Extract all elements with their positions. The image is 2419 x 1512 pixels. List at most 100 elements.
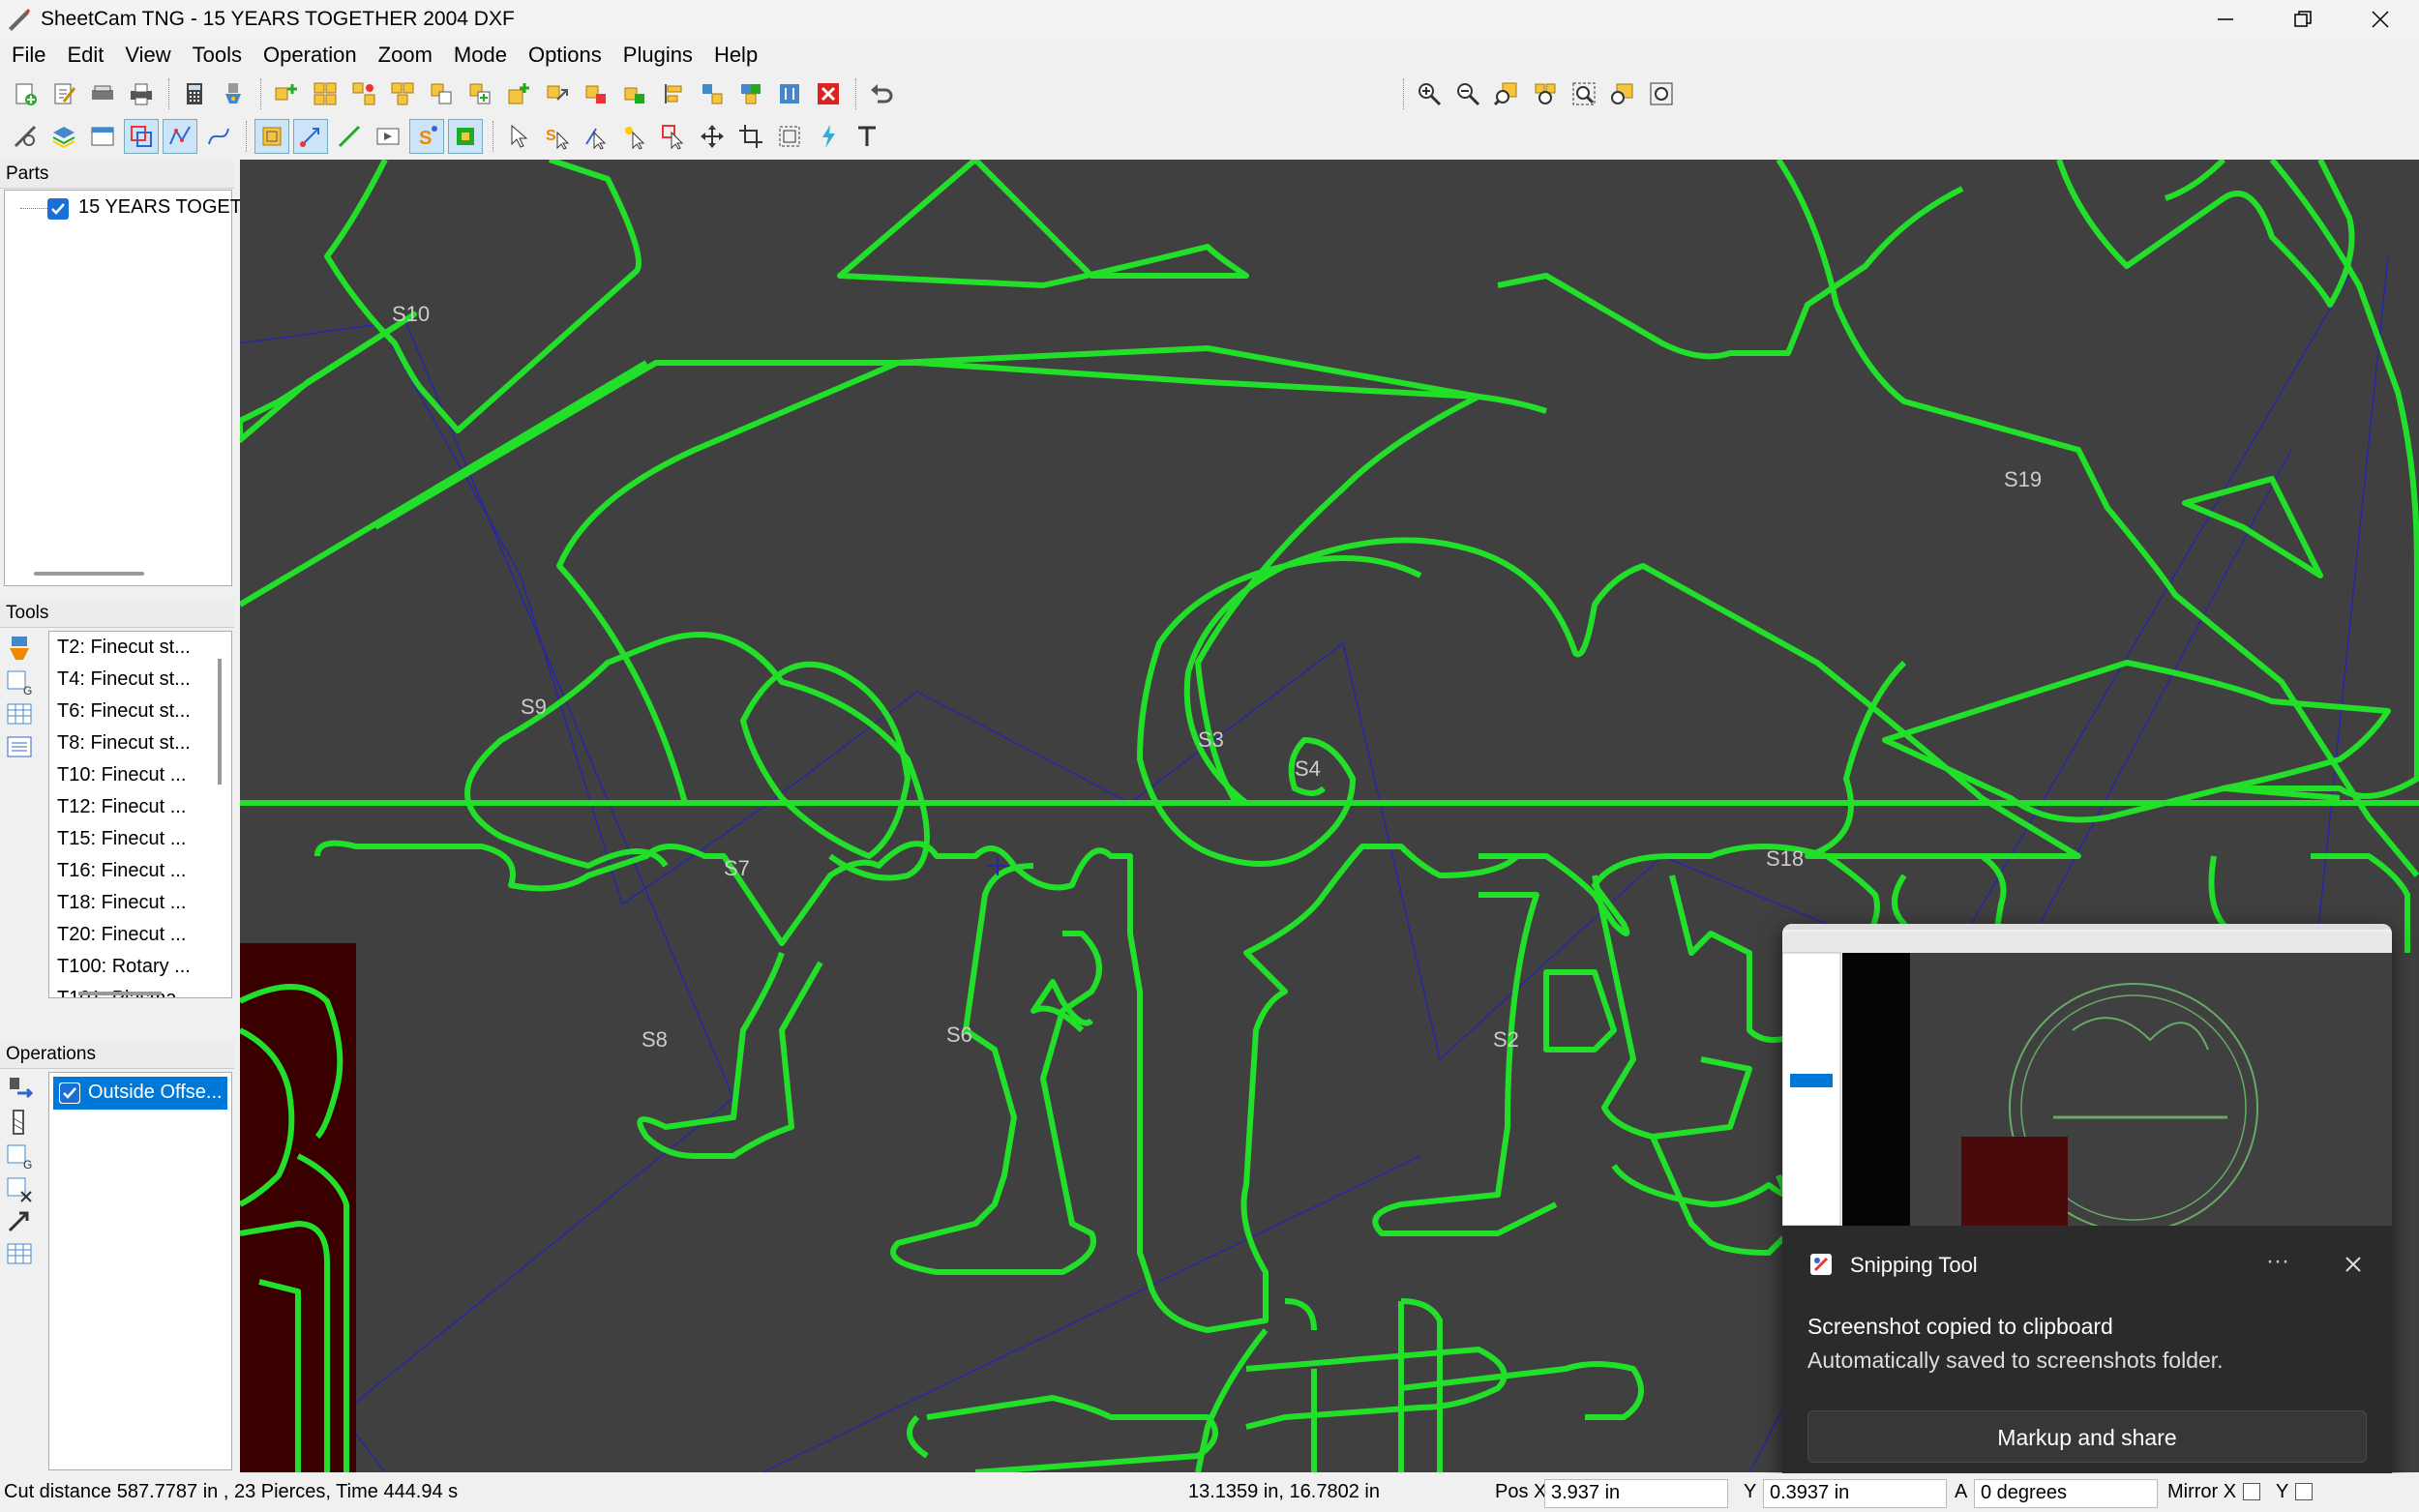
part-plus-button[interactable] — [501, 76, 536, 111]
tool-item[interactable]: T101: Plasma... — [49, 983, 231, 997]
text-tool-button[interactable] — [850, 119, 884, 154]
menu-mode[interactable]: Mode — [444, 43, 517, 68]
menu-zoom[interactable]: Zoom — [369, 43, 442, 68]
screenshot-thumbnail[interactable] — [1782, 924, 2392, 1232]
nest-button[interactable] — [346, 76, 381, 111]
tool-item[interactable]: T20: Finecut ... — [49, 919, 231, 951]
zoom-settings-button[interactable] — [1644, 76, 1679, 111]
zoom-in-button[interactable] — [1412, 76, 1447, 111]
show-lead-button[interactable] — [293, 119, 328, 154]
new-job-button[interactable] — [8, 76, 43, 111]
tool-item[interactable]: T4: Finecut st... — [49, 664, 231, 696]
tool-table-icon[interactable] — [4, 700, 35, 729]
menu-view[interactable]: View — [115, 43, 180, 68]
part-move-button[interactable] — [540, 76, 575, 111]
mode-path-button[interactable] — [163, 119, 197, 154]
open-button[interactable] — [46, 76, 81, 111]
machine-options-button[interactable] — [8, 119, 43, 154]
select-part-button[interactable] — [656, 119, 691, 154]
angle-field[interactable]: 0 degrees — [1974, 1479, 2158, 1508]
scale-tool-button[interactable] — [772, 119, 807, 154]
tool-item[interactable]: T16: Finecut ... — [49, 855, 231, 887]
tool-item[interactable]: T8: Finecut st... — [49, 727, 231, 759]
part-add-button[interactable] — [463, 76, 497, 111]
select-path-button[interactable] — [579, 119, 613, 154]
start-points-button[interactable]: S — [409, 119, 444, 154]
part-tabs-button[interactable] — [772, 76, 807, 111]
menu-file[interactable]: File — [2, 43, 55, 68]
part-copy-button[interactable] — [424, 76, 459, 111]
menu-plugins[interactable]: Plugins — [613, 43, 702, 68]
menu-edit[interactable]: Edit — [57, 43, 113, 68]
part-rotate-button[interactable] — [579, 76, 613, 111]
operations-table-icon[interactable] — [4, 1240, 35, 1269]
select-tool-button[interactable] — [501, 119, 536, 154]
add-operation-icon[interactable] — [4, 1076, 35, 1105]
tool-item[interactable]: T6: Finecut st... — [49, 696, 231, 727]
mode-contour-button[interactable] — [124, 119, 159, 154]
run-simulation-button[interactable] — [371, 119, 405, 154]
tools-scrollbar[interactable] — [218, 659, 222, 785]
add-parts-button[interactable] — [269, 76, 304, 111]
zoom-part-button[interactable] — [1489, 76, 1524, 111]
y-field[interactable]: 0.3937 in — [1763, 1479, 1947, 1508]
operation-item-selected[interactable]: Outside Offse... — [53, 1077, 227, 1110]
gcode-operation-icon[interactable]: G — [4, 1141, 35, 1171]
part-align-button[interactable] — [656, 76, 691, 111]
menu-options[interactable]: Options — [519, 43, 612, 68]
restore-button[interactable] — [2264, 0, 2342, 39]
drill-operation-icon[interactable] — [4, 1109, 35, 1138]
remove-operation-icon[interactable] — [4, 1174, 35, 1203]
part-flip-button[interactable] — [617, 76, 652, 111]
crop-tool-button[interactable] — [733, 119, 768, 154]
show-offset-button[interactable] — [254, 119, 289, 154]
tools-h-scrollbar[interactable] — [78, 992, 162, 995]
operation-path-icon[interactable] — [4, 1207, 35, 1236]
markup-and-share-button[interactable]: Markup and share — [1807, 1410, 2367, 1463]
mirror-x-checkbox[interactable] — [2243, 1483, 2260, 1500]
print-button[interactable] — [124, 76, 159, 111]
parts-grid-button[interactable] — [308, 76, 343, 111]
new-tool-icon[interactable] — [4, 635, 35, 664]
zoom-parts-button[interactable] — [1528, 76, 1563, 111]
mode-curve-button[interactable] — [201, 119, 236, 154]
tool-item[interactable]: T2: Finecut st... — [49, 632, 231, 664]
zoom-window-button[interactable] — [1605, 76, 1640, 111]
delete-button[interactable] — [811, 76, 846, 111]
more-options-button[interactable]: ··· — [2266, 1248, 2289, 1275]
zoom-all-button[interactable] — [1567, 76, 1601, 111]
lead-tool-button[interactable] — [811, 119, 846, 154]
part-checkbox[interactable] — [47, 198, 69, 220]
close-notification-icon[interactable] — [2344, 1255, 2363, 1274]
array-button[interactable] — [385, 76, 420, 111]
tool-item[interactable]: T12: Finecut ... — [49, 791, 231, 823]
scanner-button[interactable] — [85, 76, 120, 111]
menu-tools[interactable]: Tools — [183, 43, 252, 68]
tool-list-icon[interactable] — [4, 733, 35, 762]
select-pierce-button[interactable] — [617, 119, 652, 154]
move-tool-button[interactable] — [695, 119, 730, 154]
menu-help[interactable]: Help — [704, 43, 767, 68]
post-process-button[interactable] — [216, 76, 251, 111]
zoom-out-button[interactable] — [1450, 76, 1485, 111]
parts-scrollbar[interactable] — [34, 572, 144, 576]
tool-item[interactable]: T10: Finecut ... — [49, 759, 231, 791]
select-start-button[interactable]: S — [540, 119, 575, 154]
tool-item[interactable]: T100: Rotary ... — [49, 951, 231, 983]
mirror-y-checkbox[interactable] — [2295, 1483, 2313, 1500]
show-rapids-button[interactable] — [332, 119, 367, 154]
undo-button[interactable] — [864, 76, 899, 111]
tool-item[interactable]: T15: Finecut ... — [49, 823, 231, 855]
calculator-button[interactable] — [177, 76, 212, 111]
pos-x-field[interactable]: 3.937 in — [1544, 1479, 1728, 1508]
part-group-button[interactable] — [733, 76, 768, 111]
layers-button[interactable] — [46, 119, 81, 154]
minimize-button[interactable] — [2187, 0, 2264, 39]
tool-item[interactable]: T18: Finecut ... — [49, 887, 231, 919]
part-split-button[interactable] — [695, 76, 730, 111]
close-window-button[interactable] — [2342, 0, 2419, 39]
snipping-tool-notification[interactable]: Snipping Tool ··· Screenshot copied to c… — [1782, 924, 2392, 1490]
part-item-label[interactable]: 15 YEARS TOGET — [78, 196, 242, 219]
operation-checkbox[interactable] — [59, 1082, 80, 1104]
job-options-button[interactable] — [85, 119, 120, 154]
